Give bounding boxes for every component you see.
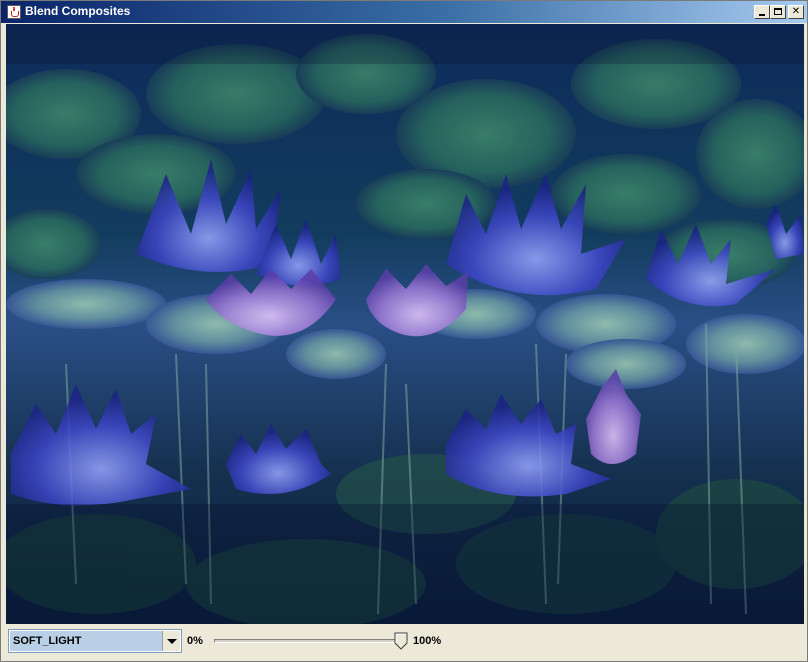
blended-image-canvas	[6, 24, 804, 624]
blended-image	[6, 24, 804, 624]
combobox-dropdown-button[interactable]	[162, 631, 180, 651]
chevron-down-icon	[167, 639, 177, 644]
minimize-icon	[759, 14, 765, 16]
opacity-max-label: 100%	[413, 635, 442, 647]
java-cup-icon[interactable]	[7, 5, 21, 19]
java-cup-glyph	[11, 11, 19, 17]
slider-track[interactable]	[214, 639, 408, 643]
title-bar[interactable]: Blend Composites ✕	[1, 1, 807, 23]
close-button[interactable]: ✕	[788, 5, 804, 19]
controls-panel: SOFT_LIGHT 0% 100%	[1, 624, 807, 661]
minimize-button[interactable]	[754, 5, 770, 19]
app-window: Blend Composites ✕ SOFT_LIGHT 0% 100%	[0, 0, 808, 662]
opacity-slider[interactable]	[214, 632, 408, 654]
blend-mode-combobox[interactable]: SOFT_LIGHT	[8, 629, 182, 653]
opacity-min-label: 0%	[187, 635, 203, 647]
maximize-button[interactable]	[770, 5, 786, 19]
close-icon: ✕	[791, 6, 801, 17]
window-title: Blend Composites	[25, 4, 131, 18]
maximize-icon	[774, 8, 782, 15]
blend-mode-selected[interactable]: SOFT_LIGHT	[10, 631, 162, 651]
slider-thumb[interactable]	[394, 632, 408, 650]
